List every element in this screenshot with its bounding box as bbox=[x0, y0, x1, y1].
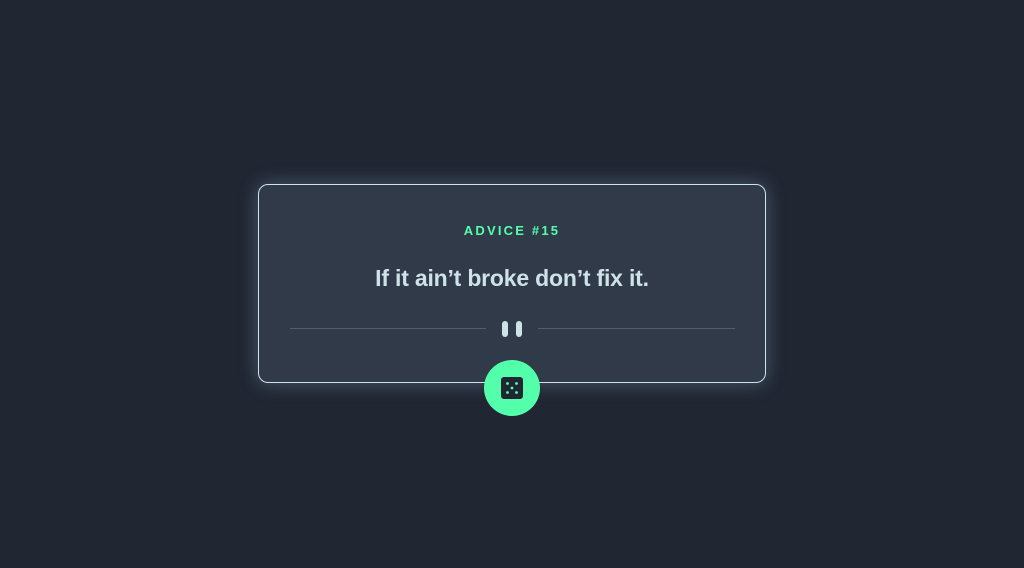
advice-card: ADVICE #15 If it ain’t broke don’t fix i… bbox=[258, 184, 766, 383]
new-advice-button[interactable] bbox=[484, 360, 540, 416]
pause-bar-right bbox=[516, 321, 522, 337]
divider-line-right bbox=[538, 328, 735, 329]
advice-quote: If it ain’t broke don’t fix it. bbox=[375, 265, 649, 291]
dice-icon bbox=[501, 377, 523, 399]
pause-icon bbox=[502, 321, 522, 337]
divider-line-left bbox=[290, 328, 486, 329]
pause-bar-left bbox=[502, 321, 508, 337]
advice-id: ADVICE #15 bbox=[463, 223, 561, 238]
